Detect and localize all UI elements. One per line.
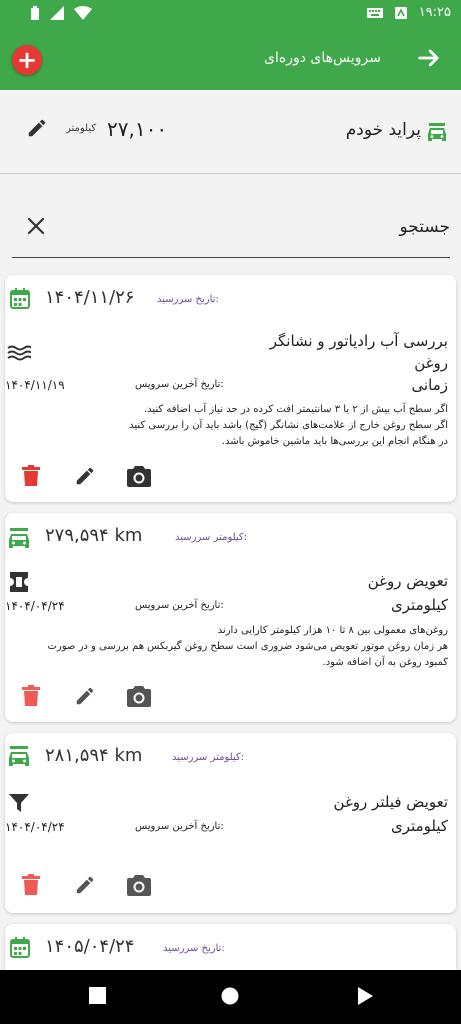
filter-icon <box>9 794 29 812</box>
service-interval-type: زمانی <box>411 376 448 394</box>
pencil-icon <box>76 687 94 705</box>
radiator-icon <box>7 345 31 361</box>
car-icon <box>428 123 446 141</box>
due-label: تاریخ سررسید: <box>157 294 219 305</box>
camera-icon <box>127 686 151 707</box>
back-button-icon[interactable] <box>356 987 374 1005</box>
service-card[interactable]: ۲۸۱,۵۹۴ km کیلومتر سررسید: تعویض فیلتر ر… <box>5 733 456 913</box>
due-value: ۲۸۱,۵۹۴ km <box>45 745 143 766</box>
last-service-date: ۱۴۰۴/۰۴/۲۴ <box>5 599 65 613</box>
description-line: هر زمان روغن موتور تعویض می‌شود ضروری اس… <box>47 641 449 652</box>
status-icons-left <box>30 6 92 20</box>
last-service-label: تاریخ آخرین سرویس: <box>135 379 224 390</box>
pencil-icon <box>76 467 94 485</box>
edit-button[interactable] <box>72 463 98 489</box>
clear-icon[interactable] <box>26 216 46 236</box>
notification-icon <box>394 6 407 19</box>
due-label: تاریخ سررسید: <box>163 943 225 954</box>
last-service-label: تاریخ آخرین سرویس: <box>135 821 224 832</box>
description-line: اگر سطح آب بیش از ۲ یا ۳ سانتیمتر افت کر… <box>143 404 448 415</box>
camera-icon <box>127 466 151 487</box>
photo-button[interactable] <box>126 872 152 898</box>
last-service-date: ۱۴۰۴/۱۱/۱۹ <box>5 378 65 392</box>
description-line: روغن‌های معمولی بین ۸ تا ۱۰ هزار کیلومتر… <box>217 625 448 636</box>
app-bar: + سرویس‌های دوره‌ای <box>0 28 461 90</box>
car-km-icon <box>9 746 29 766</box>
status-time: ۱۹:۲۵ <box>418 5 451 20</box>
delete-button[interactable] <box>18 872 44 898</box>
edit-button[interactable] <box>72 683 98 709</box>
battery-icon <box>31 6 39 20</box>
delete-button[interactable] <box>18 683 44 709</box>
description-line: در هنگام انجام این بررسی‌ها باید ماشین خ… <box>221 436 448 447</box>
edit-car-pencil-icon[interactable] <box>26 117 48 139</box>
service-name-line: روغن <box>414 354 448 372</box>
service-name: بررسی آب رادیاتور و نشانگر روغن زمانی <box>270 330 448 396</box>
car-odometer: ۲۷,۱۰۰ <box>107 117 168 141</box>
service-description: روغن‌های معمولی بین ۸ تا ۱۰ هزار کیلومتر… <box>13 623 449 671</box>
photo-button[interactable] <box>126 683 152 709</box>
home-button-icon[interactable] <box>221 987 239 1005</box>
service-name: تعویض فیلتر روغن کیلومتری <box>334 791 448 837</box>
calendar-icon <box>10 288 30 309</box>
search-bar <box>12 200 450 258</box>
car-name: پراید خودم <box>345 120 421 140</box>
last-service-date: ۱۴۰۴/۰۴/۲۴ <box>5 820 65 834</box>
system-nav-bar <box>0 970 461 1024</box>
status-bar: ۱۹:۲۵ <box>0 0 461 28</box>
last-service-label: تاریخ آخرین سرویس: <box>135 600 224 611</box>
keyboard-icon <box>366 7 383 18</box>
signal-icon <box>50 6 64 20</box>
trash-icon <box>22 874 40 895</box>
trash-icon <box>22 685 40 706</box>
service-description: اگر سطح آب بیش از ۲ یا ۳ سانتیمتر افت کر… <box>13 402 448 450</box>
service-card[interactable]: ۲۷۹,۵۹۴ km کیلومتر سررسید: تعویض روغن کی… <box>5 513 456 722</box>
due-label: کیلومتر سررسید: <box>175 532 248 543</box>
due-value: ۲۷۹,۵۹۴ km <box>45 525 143 546</box>
service-name: تعویض روغن کیلومتری <box>368 570 448 616</box>
description-line: کمبود روغن به آن اضافه شود. <box>322 657 448 668</box>
service-name-line: تعویض روغن <box>367 572 448 590</box>
calendar-icon <box>10 937 30 958</box>
divider <box>0 173 461 174</box>
edit-button[interactable] <box>72 872 98 898</box>
service-name-line: بررسی آب رادیاتور و نشانگر <box>269 332 448 350</box>
add-service-button[interactable]: + <box>12 45 42 75</box>
wifi-icon <box>74 6 92 20</box>
oil-can-icon <box>10 572 28 592</box>
plus-icon: + <box>16 46 38 74</box>
due-value: ۱۴۰۵/۰۴/۲۴ <box>45 936 135 957</box>
service-interval-type: کیلومتری <box>391 596 448 614</box>
due-label: کیلومتر سررسید: <box>172 752 245 763</box>
camera-icon <box>127 875 151 896</box>
photo-button[interactable] <box>126 463 152 489</box>
car-summary: پراید خودم ۲۷,۱۰۰ کیلومتر <box>0 90 461 172</box>
back-arrow-icon[interactable] <box>415 44 443 72</box>
recents-button-icon[interactable] <box>89 987 106 1004</box>
odometer-unit: کیلومتر <box>66 123 97 134</box>
search-input[interactable] <box>80 212 450 242</box>
trash-icon <box>22 465 40 486</box>
service-interval-type: کیلومتری <box>391 817 448 835</box>
status-icons-right: ۱۹:۲۵ <box>366 5 451 20</box>
pencil-icon <box>76 876 94 894</box>
page-title: سرویس‌های دوره‌ای <box>264 50 381 66</box>
delete-button[interactable] <box>18 463 44 489</box>
car-km-icon <box>9 528 29 548</box>
due-value: ۱۴۰۴/۱۱/۲۶ <box>45 287 135 308</box>
service-card[interactable]: ۱۴۰۴/۱۱/۲۶ تاریخ سررسید: بررسی آب رادیات… <box>5 275 456 502</box>
service-name-line: تعویض فیلتر روغن <box>333 793 448 811</box>
description-line: اگر سطح روغن خارج از علامت‌های نشانگر (گ… <box>129 420 448 431</box>
